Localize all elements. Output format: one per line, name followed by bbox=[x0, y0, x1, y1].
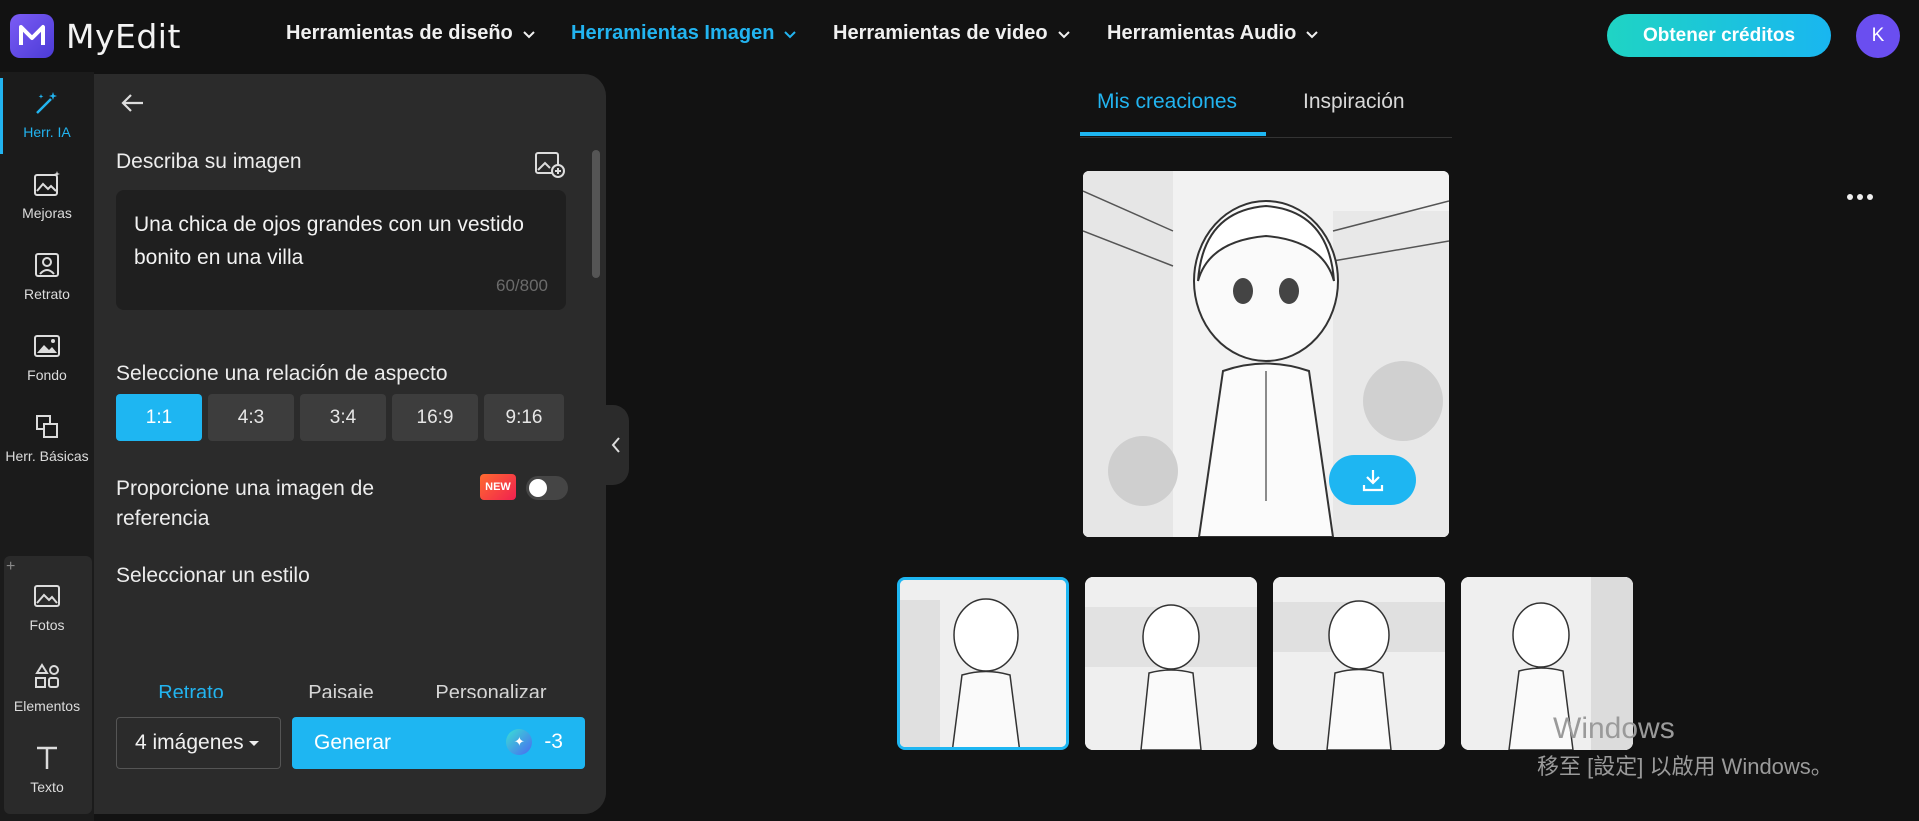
magic-wand-icon bbox=[36, 92, 57, 114]
rail-label: Texto bbox=[30, 779, 64, 795]
photos-icon bbox=[34, 585, 60, 607]
elements-icon bbox=[35, 663, 59, 688]
chevron-left-icon bbox=[611, 437, 620, 453]
scrollbar[interactable] bbox=[592, 150, 600, 278]
image-count-value: 4 imágenes bbox=[135, 731, 244, 754]
rail-item-text[interactable]: Texto bbox=[0, 729, 94, 809]
anime-girl-thumbnail bbox=[1273, 577, 1445, 750]
portrait-icon bbox=[35, 253, 59, 277]
chevron-down-icon bbox=[784, 30, 797, 38]
thumbnail-strip bbox=[897, 577, 1633, 750]
ratio-9-16[interactable]: 9:16 bbox=[484, 394, 564, 441]
rail-label: Herr. IA bbox=[23, 124, 71, 140]
rail-label: Fondo bbox=[27, 367, 67, 383]
generate-cost: ✦ -3 bbox=[506, 729, 563, 755]
get-credits-button[interactable]: Obtener créditos bbox=[1607, 14, 1831, 57]
ratio-4-3[interactable]: 4:3 bbox=[208, 394, 294, 441]
prompt-textarea[interactable]: Una chica de ojos grandes con un vestido… bbox=[116, 190, 566, 310]
logo[interactable]: MyEdit bbox=[10, 14, 181, 58]
result-thumbnail[interactable] bbox=[1085, 577, 1257, 750]
nav-video-tools[interactable]: Herramientas de video bbox=[833, 22, 1072, 45]
rail-item-enhance[interactable]: Mejoras bbox=[0, 155, 94, 235]
chevron-down-icon bbox=[1057, 30, 1070, 38]
generate-label: Generar bbox=[314, 731, 392, 754]
avatar[interactable]: K bbox=[1856, 14, 1900, 58]
rail-item-portrait[interactable]: Retrato bbox=[0, 236, 94, 316]
nav-image-tools[interactable]: Herramientas Imagen bbox=[571, 22, 798, 45]
background-icon bbox=[34, 335, 60, 357]
enhance-icon bbox=[34, 171, 60, 196]
top-bar: MyEdit Herramientas de diseño Herramient… bbox=[0, 0, 1919, 72]
char-counter: 60/800 bbox=[496, 276, 548, 295]
rail-item-elements[interactable]: Elementos bbox=[0, 648, 94, 728]
result-thumbnail[interactable] bbox=[1273, 577, 1445, 750]
ratio-1-1[interactable]: 1:1 bbox=[116, 394, 202, 441]
toggle-knob bbox=[529, 479, 547, 497]
rail-label: Herr. Básicas bbox=[5, 448, 89, 464]
app-name: MyEdit bbox=[66, 16, 181, 56]
myedit-logo-icon bbox=[10, 14, 54, 58]
chevron-down-icon bbox=[523, 30, 535, 38]
reference-toggle[interactable] bbox=[526, 476, 568, 500]
anime-girl-thumbnail bbox=[900, 580, 1066, 747]
nav-label: Herramientas Audio bbox=[1107, 22, 1297, 44]
download-button[interactable] bbox=[1329, 455, 1416, 505]
reference-label: Proporcione una imagen de referencia bbox=[116, 477, 375, 530]
rail-label: Fotos bbox=[29, 617, 65, 633]
nav-label: Herramientas Imagen bbox=[571, 22, 775, 44]
nav-design-tools[interactable]: Herramientas de diseño bbox=[286, 22, 537, 45]
back-arrow-icon[interactable] bbox=[118, 88, 148, 118]
caret-down-icon bbox=[248, 741, 259, 746]
style-label: Seleccionar un estilo bbox=[116, 564, 310, 587]
aspect-label: Seleccione una relación de aspecto bbox=[116, 362, 448, 385]
chevron-down-icon bbox=[1306, 30, 1319, 38]
text-icon bbox=[37, 746, 57, 769]
anime-girl-thumbnail bbox=[1085, 577, 1257, 750]
rail-item-ai-tools[interactable]: Herr. IA bbox=[0, 74, 94, 154]
tab-inspiration[interactable]: Inspiración bbox=[1303, 90, 1405, 114]
describe-label: Describa su imagen bbox=[116, 150, 302, 173]
tab-my-creations[interactable]: Mis creaciones bbox=[1097, 90, 1237, 114]
new-badge: NEW bbox=[480, 474, 516, 500]
credit-gem-icon: ✦ bbox=[506, 729, 533, 755]
ratio-3-4[interactable]: 3:4 bbox=[300, 394, 386, 441]
add-image-icon[interactable] bbox=[534, 150, 566, 180]
active-tab-indicator bbox=[1080, 132, 1266, 136]
collapse-panel-button[interactable] bbox=[603, 405, 629, 485]
nav-audio-tools[interactable]: Herramientas Audio bbox=[1107, 22, 1320, 45]
prompt-text: Una chica de ojos grandes con un vestido… bbox=[134, 213, 524, 269]
rail-item-photos[interactable]: Fotos bbox=[0, 567, 94, 647]
windows-watermark-title: Windows bbox=[1553, 712, 1675, 745]
nav-label: Herramientas de diseño bbox=[286, 22, 513, 44]
rail-item-background[interactable]: Fondo bbox=[0, 317, 94, 397]
left-rail: Herr. IA Mejoras Retrato Fondo Herr. Bás… bbox=[0, 72, 94, 821]
basic-tools-icon bbox=[36, 415, 58, 438]
rail-label: Mejoras bbox=[22, 205, 72, 221]
rail-item-basic-tools[interactable]: Herr. Básicas bbox=[0, 398, 94, 478]
download-icon bbox=[1362, 470, 1383, 492]
image-count-select[interactable]: 4 imágenes bbox=[116, 717, 281, 769]
windows-watermark-subtitle: 移至 [設定] 以啟用 Windows。 bbox=[1537, 754, 1833, 779]
generate-button[interactable]: Generar ✦ -3 bbox=[292, 717, 585, 769]
rail-label: Elementos bbox=[13, 698, 81, 714]
credit-cost: -3 bbox=[544, 730, 563, 753]
nav-label: Herramientas de video bbox=[833, 22, 1048, 44]
ratio-16-9[interactable]: 16:9 bbox=[392, 394, 478, 441]
result-thumbnail[interactable] bbox=[897, 577, 1069, 750]
aspect-ratio-group: 1:1 4:3 3:4 16:9 9:16 bbox=[116, 394, 564, 441]
rail-label: Retrato bbox=[24, 286, 70, 302]
main-tabs: Mis creaciones Inspiración bbox=[1080, 88, 1452, 138]
more-options-icon[interactable] bbox=[1846, 190, 1874, 204]
